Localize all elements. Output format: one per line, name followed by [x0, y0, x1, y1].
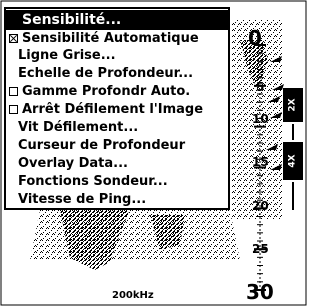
zoom-bar — [292, 124, 294, 140]
menu-item-label: Fonctions Sondeur... — [18, 173, 168, 189]
menu-item-vitesse-ping[interactable]: Vitesse de Ping... — [6, 190, 228, 208]
menu-item-label: Vitesse de Ping... — [18, 191, 147, 207]
menu-item-label: Sensibilité... — [22, 12, 122, 28]
menu-item-label: Curseur de Profondeur — [18, 137, 186, 153]
checkbox-checked-icon[interactable] — [9, 33, 18, 43]
depth-label-25: 25 — [252, 242, 269, 256]
menu-item-arret-defilement[interactable]: Arrêt Défilement l'Image — [6, 100, 228, 118]
menu-item-label: Gamme Profondr Auto. — [22, 83, 191, 99]
zoom-4x-label: 4X — [287, 154, 298, 168]
menu-item-sensibilite[interactable]: Sensibilité... — [6, 10, 228, 30]
menu-item-gamme-profondeur-auto[interactable]: Gamme Profondr Auto. — [6, 82, 228, 100]
depth-label-10: 10 — [252, 112, 269, 126]
zoom-4x-indicator: 4X — [283, 142, 303, 180]
menu-item-label: Vit Défilement... — [18, 119, 139, 135]
menu-item-vit-defilement[interactable]: Vit Défilement... — [6, 118, 228, 136]
depth-label-15: 15 — [252, 155, 269, 169]
menu-item-label: Overlay Data... — [18, 155, 128, 171]
menu-item-curseur-profondeur[interactable]: Curseur de Profondeur — [6, 136, 228, 154]
zoom-2x-label: 2X — [287, 98, 298, 112]
menu-item-fonctions-sondeur[interactable]: Fonctions Sondeur... — [6, 172, 228, 190]
menu-item-echelle-profondeur[interactable]: Echelle de Profondeur... — [6, 64, 228, 82]
sonar-menu[interactable]: Sensibilité... Sensibilité Automatique L… — [4, 7, 230, 210]
checkbox-unchecked-icon[interactable] — [9, 104, 18, 114]
menu-item-overlay-data[interactable]: Overlay Data... — [6, 154, 228, 172]
menu-item-ligne-grise[interactable]: Ligne Grise... — [6, 46, 228, 64]
checkbox-unchecked-icon[interactable] — [9, 86, 18, 96]
menu-item-sensibilite-auto[interactable]: Sensibilité Automatique — [6, 29, 228, 47]
depth-label-30: 30 — [246, 280, 274, 304]
depth-label-5: 5 — [256, 80, 265, 94]
menu-item-label: Ligne Grise... — [18, 47, 116, 63]
depth-label-20: 20 — [252, 199, 269, 213]
menu-item-label: Echelle de Profondeur... — [18, 65, 194, 81]
depth-label-0: 0 — [248, 26, 262, 50]
menu-item-label: Sensibilité Automatique — [22, 30, 199, 46]
frequency-label: 200kHz — [112, 290, 154, 301]
zoom-2x-indicator: 2X — [283, 88, 303, 122]
menu-item-label: Arrêt Défilement l'Image — [22, 101, 204, 117]
zoom-bar-lower — [292, 182, 294, 210]
sonar-screen: 0 5 10 15 20 25 30 2X 4X 200kHz Sensibil… — [0, 0, 307, 306]
